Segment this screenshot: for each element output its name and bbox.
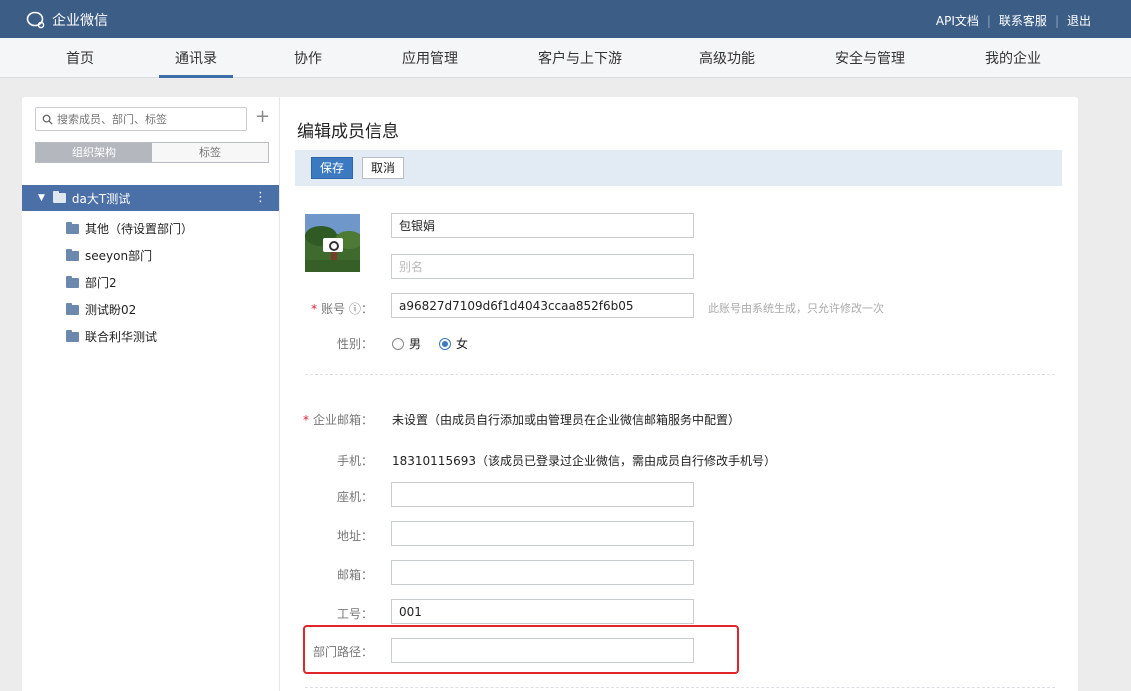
contact-support-link[interactable]: 联系客服	[999, 12, 1047, 29]
required-mark: *	[302, 413, 309, 427]
main-nav: 首页 通讯录 协作 应用管理 客户与上下游 高级功能 安全与管理 我的企业	[0, 38, 1131, 78]
main-card: + 组织架构 标签 ▼ da大T测试 ⋮ 其他（待设置部门） seeyon部门 …	[22, 97, 1078, 691]
tree-item-label: 其他（待设置部门）	[85, 222, 194, 236]
tel-label: 座机：	[336, 490, 373, 504]
radio-checked-icon	[439, 337, 451, 350]
nav-collaboration[interactable]: 协作	[294, 48, 322, 68]
nav-contacts[interactable]: 通讯录	[159, 48, 233, 78]
expand-triangle-icon[interactable]: ▼	[38, 193, 45, 203]
camera-icon[interactable]	[323, 238, 343, 252]
search-icon	[42, 114, 53, 125]
tree-item-label: 部门2	[85, 276, 117, 290]
avatar-upload[interactable]	[305, 214, 360, 272]
gender-female-label: 女	[456, 337, 469, 351]
phone-value: 18310115693（该成员已登录过企业微信，需由成员自行修改手机号）	[392, 454, 776, 468]
tree-item-label: 联合利华测试	[85, 330, 158, 344]
logout-link[interactable]: 退出	[1067, 12, 1091, 29]
add-icon[interactable]: +	[255, 106, 270, 127]
name-field[interactable]	[391, 213, 694, 238]
folder-icon	[66, 221, 79, 234]
nav-advanced[interactable]: 高级功能	[699, 48, 755, 68]
email-label: * 企业邮箱：	[280, 411, 373, 428]
tree-item-other[interactable]: 其他（待设置部门）	[66, 220, 193, 237]
top-bar: 企业微信 API文档 | 联系客服 | 退出	[0, 0, 1131, 38]
gender-female-radio[interactable]: 女	[439, 335, 468, 352]
mail-field[interactable]	[391, 560, 694, 585]
required-mark: *	[311, 302, 318, 316]
tree-item-label: seeyon部门	[85, 249, 153, 263]
separator: |	[1054, 13, 1059, 28]
email-label-text: 企业邮箱：	[312, 413, 373, 427]
gender-male-label: 男	[409, 337, 422, 351]
action-toolbar: 保存 取消	[295, 150, 1062, 186]
more-menu-icon[interactable]: ⋮	[254, 190, 267, 205]
tab-tags[interactable]: 标签	[152, 143, 268, 162]
employee-no-field[interactable]	[391, 599, 694, 624]
view-switch: 组织架构 标签	[35, 142, 269, 163]
section-divider	[305, 687, 1055, 688]
tree-item-unilever[interactable]: 联合利华测试	[66, 328, 157, 345]
folder-icon	[66, 302, 79, 315]
folder-icon	[66, 329, 79, 342]
search-box[interactable]	[35, 107, 247, 131]
gender-male-radio[interactable]: 男	[392, 335, 421, 352]
section-divider	[305, 374, 1055, 375]
api-docs-link[interactable]: API文档	[936, 12, 979, 29]
folder-icon	[66, 275, 79, 288]
tree-root-label: da大T测试	[71, 191, 131, 206]
member-edit-panel: 编辑成员信息 保存 取消 *账号 ⓘ： 此账号由系统生成，只允许修改一次 性别：	[280, 97, 1078, 691]
sidebar: + 组织架构 标签 ▼ da大T测试 ⋮ 其他（待设置部门） seeyon部门 …	[22, 97, 280, 691]
alias-field[interactable]	[391, 254, 694, 279]
logo[interactable]: 企业微信	[26, 10, 108, 30]
employee-no-label: 工号：	[336, 607, 373, 621]
separator: |	[986, 13, 991, 28]
account-label-text: 账号 ⓘ：	[321, 302, 373, 316]
radio-unchecked-icon	[392, 337, 404, 350]
address-label: 地址：	[336, 529, 373, 543]
account-label: * 账号 ⓘ：	[280, 300, 373, 317]
nav-home[interactable]: 首页	[66, 48, 94, 68]
search-input[interactable]	[57, 112, 237, 126]
tab-org-structure[interactable]: 组织架构	[36, 143, 152, 162]
tel-field[interactable]	[391, 482, 694, 507]
mail-label: 邮箱：	[336, 568, 373, 582]
email-value: 未设置（由成员自行添加或由管理员在企业微信邮箱服务中配置）	[392, 413, 741, 427]
phone-label: 手机：	[336, 454, 373, 468]
page-title: 编辑成员信息	[297, 122, 399, 142]
nav-security[interactable]: 安全与管理	[835, 48, 905, 68]
tree-item-dept2[interactable]: 部门2	[66, 274, 117, 291]
folder-icon	[66, 248, 79, 261]
tree-item-label: 测试盼02	[85, 303, 137, 317]
nav-customers[interactable]: 客户与上下游	[538, 48, 622, 68]
cancel-button[interactable]: 取消	[362, 157, 405, 179]
nav-my-enterprise[interactable]: 我的企业	[985, 48, 1041, 68]
tree-item-test02[interactable]: 测试盼02	[66, 301, 136, 318]
tree-root-department[interactable]: ▼ da大T测试 ⋮	[22, 185, 279, 211]
address-field[interactable]	[391, 521, 694, 546]
highlight-box	[303, 625, 739, 674]
save-button[interactable]: 保存	[311, 157, 354, 179]
account-hint: 此账号由系统生成，只允许修改一次	[708, 302, 884, 315]
tree-item-seeyon[interactable]: seeyon部门	[66, 247, 152, 264]
top-links: API文档 | 联系客服 | 退出	[936, 12, 1091, 29]
gender-label: 性别：	[336, 337, 373, 351]
logo-text: 企业微信	[52, 13, 108, 29]
nav-app-management[interactable]: 应用管理	[402, 48, 458, 68]
folder-icon	[52, 191, 66, 203]
wecom-logo-icon	[26, 11, 45, 29]
account-field[interactable]	[391, 293, 694, 318]
